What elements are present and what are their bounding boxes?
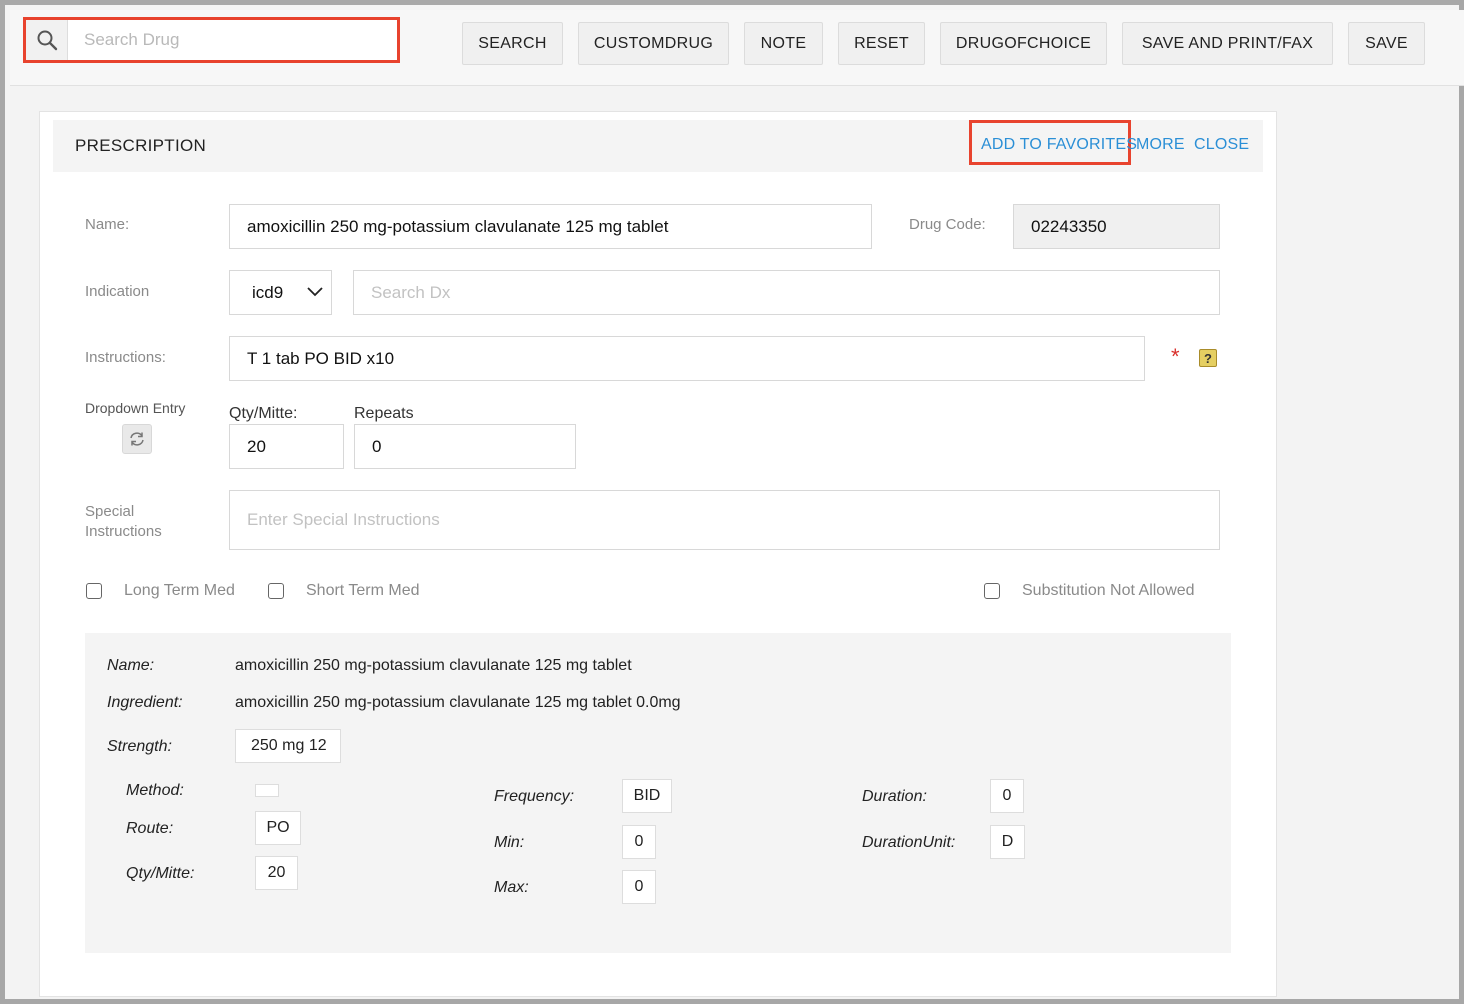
indication-label: Indication [85,283,150,300]
detail-qty-field[interactable]: 20 [255,856,298,890]
special-label-line1: Special [85,503,135,520]
required-marker: * [1171,344,1180,369]
special-instructions-label: Special Instructions [85,502,162,542]
repeats-field[interactable] [354,424,576,469]
detail-strength-field[interactable]: 250 mg 12 [235,729,341,763]
close-link[interactable]: CLOSE [1194,136,1249,154]
substitution-not-allowed-checkbox[interactable] [984,583,1000,599]
short-term-med-checkbox[interactable] [268,583,284,599]
drug-search-box [23,17,400,63]
special-instructions-field[interactable] [229,490,1220,550]
instructions-field[interactable] [229,336,1145,381]
drug-search-input[interactable] [69,20,397,60]
search-icon[interactable] [26,20,68,60]
drug-code-field [1013,204,1220,249]
detail-strength-label: Strength: [107,738,172,755]
search-button[interactable]: SEARCH [462,22,563,65]
help-icon[interactable]: ? [1199,349,1217,367]
save-print-fax-button[interactable]: SAVE AND PRINT/FAX [1122,22,1333,65]
detail-duration-label: Duration: [862,788,927,805]
substitution-not-allowed-label: Substitution Not Allowed [1022,582,1195,599]
more-link[interactable]: MORE [1136,136,1185,154]
reset-button[interactable]: RESET [838,22,925,65]
detail-min-label: Min: [494,834,525,851]
name-label: Name: [85,216,130,233]
name-field[interactable] [229,204,872,249]
drugofchoice-button[interactable]: DRUGOFCHOICE [940,22,1107,65]
drug-detail-section: Name: amoxicillin 250 mg-potassium clavu… [85,633,1231,953]
panel-header: PRESCRIPTION ADD TO FAVORITES MORE CLOSE [53,120,1263,172]
qty-label: Qty/Mitte: [229,405,298,422]
detail-ingredient-label: Ingredient: [107,694,183,711]
customdrug-button[interactable]: CUSTOMDRUG [578,22,729,65]
long-term-med-label: Long Term Med [124,582,235,599]
detail-name-value: amoxicillin 250 mg-potassium clavulanate… [235,657,632,674]
indication-code-select[interactable]: icd9 [229,270,332,315]
detail-duration-field[interactable]: 0 [990,779,1024,813]
chevron-down-icon [307,287,323,297]
qty-field[interactable] [229,424,344,469]
detail-route-label: Route: [126,820,174,837]
toolbar: SEARCH CUSTOMDRUG NOTE RESET DRUGOFCHOIC… [10,10,1464,86]
special-label-line2: Instructions [85,523,162,540]
detail-frequency-label: Frequency: [494,788,575,805]
detail-ingredient-value: amoxicillin 250 mg-potassium clavulanate… [235,694,681,711]
short-term-med-label: Short Term Med [306,582,420,599]
detail-min-field[interactable]: 0 [622,825,656,859]
drug-code-label: Drug Code: [909,216,986,233]
detail-duration-unit-field[interactable]: D [990,825,1025,859]
note-button[interactable]: NOTE [744,22,823,65]
refresh-icon[interactable] [122,424,152,454]
detail-qty-label: Qty/Mitte: [126,865,195,882]
detail-frequency-field[interactable]: BID [622,779,672,813]
save-button[interactable]: SAVE [1348,22,1425,65]
detail-max-field[interactable]: 0 [622,870,656,904]
prescription-panel: PRESCRIPTION ADD TO FAVORITES MORE CLOSE… [39,111,1277,997]
long-term-med-checkbox[interactable] [86,583,102,599]
dropdown-entry-label: Dropdown Entry [85,400,186,416]
app-window: SEARCH CUSTOMDRUG NOTE RESET DRUGOFCHOIC… [0,0,1464,1004]
detail-method-field[interactable] [255,784,279,797]
panel-title: PRESCRIPTION [75,136,207,155]
detail-route-field[interactable]: PO [255,811,301,845]
indication-code-value: icd9 [252,282,284,302]
repeats-label: Repeats [354,405,414,422]
search-dx-input[interactable] [353,270,1220,315]
detail-name-label: Name: [107,657,155,674]
instructions-label: Instructions: [85,349,166,366]
detail-duration-unit-label: DurationUnit: [862,834,956,851]
detail-method-label: Method: [126,782,184,799]
add-to-favorites-link[interactable]: ADD TO FAVORITES [981,136,1137,154]
detail-max-label: Max: [494,879,529,896]
